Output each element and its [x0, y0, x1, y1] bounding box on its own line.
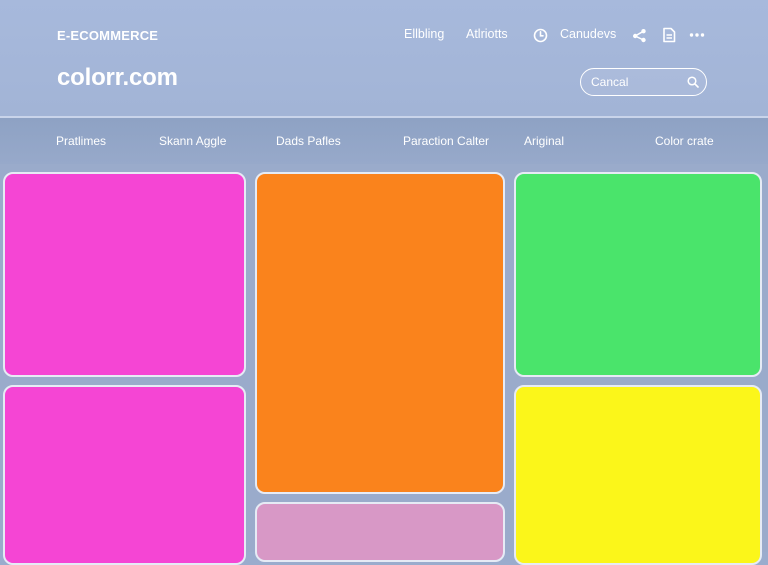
- top-link-2[interactable]: Atlriotts: [466, 27, 508, 41]
- site-logo-text[interactable]: colorr.com: [57, 64, 178, 92]
- header: E-ECOMMERCE colorr.com Ellbling Atlriott…: [0, 0, 768, 118]
- search-input[interactable]: [591, 73, 681, 91]
- color-tile-yellow[interactable]: [514, 385, 762, 565]
- color-tile-magenta-lower[interactable]: [3, 385, 246, 565]
- nav-item-5[interactable]: Ariginal: [524, 134, 564, 148]
- clock-icon[interactable]: [533, 28, 548, 43]
- top-link-1[interactable]: Ellbling: [404, 27, 444, 41]
- color-tile-green[interactable]: [514, 172, 762, 377]
- top-link-3[interactable]: Canudevs: [560, 27, 616, 41]
- nav-item-4[interactable]: Paraction Calter: [403, 134, 489, 148]
- search-icon[interactable]: [687, 76, 699, 88]
- more-icon[interactable]: [689, 32, 705, 38]
- category-nav: Pratlimes Skann Aggle Dads Pafles Paract…: [0, 118, 768, 164]
- color-tile-magenta[interactable]: [3, 172, 246, 377]
- top-links: Ellbling Atlriotts Canudevs: [0, 27, 768, 47]
- share-icon[interactable]: [632, 28, 647, 43]
- color-tile-pink[interactable]: [255, 502, 505, 562]
- document-icon[interactable]: [662, 27, 676, 43]
- nav-item-2[interactable]: Skann Aggle: [159, 134, 226, 148]
- search-box[interactable]: [580, 68, 707, 96]
- nav-item-3[interactable]: Dads Pafles: [276, 134, 341, 148]
- color-tile-orange[interactable]: [255, 172, 505, 494]
- color-grid: [0, 164, 768, 565]
- nav-item-1[interactable]: Pratlimes: [56, 134, 106, 148]
- nav-item-6[interactable]: Color crate: [655, 134, 714, 148]
